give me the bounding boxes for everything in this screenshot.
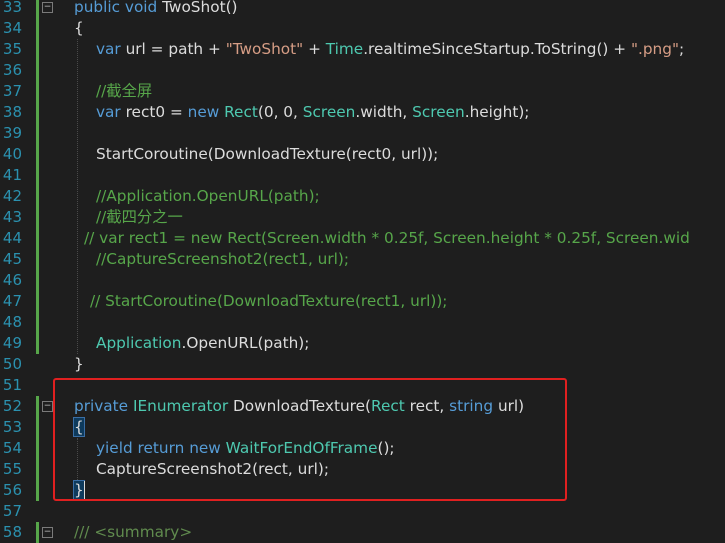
- line-number: 40: [2, 145, 22, 163]
- line-number: 51: [2, 376, 22, 394]
- change-indicator: [36, 522, 39, 543]
- line-number: 33: [2, 0, 22, 16]
- line-number: 53: [2, 418, 22, 436]
- line-number: 49: [2, 334, 22, 352]
- line-number: 41: [2, 166, 22, 184]
- line-number: 44: [2, 229, 22, 247]
- code-line: Application.OpenURL(path);: [96, 334, 310, 352]
- code-line: var url = path + "TwoShot" + Time.realti…: [96, 40, 685, 58]
- code-line: }: [74, 355, 84, 373]
- line-number: 47: [2, 292, 22, 310]
- line-number: 48: [2, 313, 22, 331]
- indent-guide: [77, 39, 78, 354]
- collapse-icon[interactable]: −: [42, 401, 53, 412]
- line-number: 45: [2, 250, 22, 268]
- line-number: 56: [2, 481, 22, 499]
- code-line: // var rect1 = new Rect(Screen.width * 0…: [84, 229, 690, 247]
- line-number: 55: [2, 460, 22, 478]
- code-editor[interactable]: 33 34 35 36 37 38 39 40 41 42 43 44 45 4…: [0, 0, 725, 543]
- code-line: StartCoroutine(DownloadTexture(rect0, ur…: [96, 145, 439, 163]
- line-number: 34: [2, 19, 22, 37]
- collapse-icon[interactable]: −: [42, 2, 53, 13]
- collapse-icon[interactable]: −: [42, 527, 53, 538]
- code-line: //截四分之一: [96, 208, 183, 226]
- change-indicator: [36, 396, 39, 501]
- code-line: // StartCoroutine(DownloadTexture(rect1,…: [90, 292, 448, 310]
- code-line: //Application.OpenURL(path);: [96, 187, 320, 205]
- line-number: 38: [2, 103, 22, 121]
- line-number: 36: [2, 61, 22, 79]
- line-number: 46: [2, 271, 22, 289]
- line-number: 39: [2, 124, 22, 142]
- line-number: 50: [2, 355, 22, 373]
- line-number: 43: [2, 208, 22, 226]
- line-number: 58: [2, 523, 22, 541]
- line-number-gutter: 33 34 35 36 37 38 39 40 41 42 43 44 45 4…: [0, 0, 34, 541]
- code-line: var rect0 = new Rect(0, 0, Screen.width,…: [96, 103, 530, 121]
- code-line: /// <summary>: [74, 523, 193, 541]
- line-number: 37: [2, 82, 22, 100]
- code-line: public void TwoShot(): [74, 0, 238, 16]
- code-line: {: [74, 19, 84, 37]
- line-number: 42: [2, 187, 22, 205]
- line-number: 54: [2, 439, 22, 457]
- line-number: 35: [2, 40, 22, 58]
- line-number: 52: [2, 397, 22, 415]
- line-number: 57: [2, 502, 22, 520]
- change-indicator: [36, 0, 39, 354]
- highlight-box: [53, 378, 567, 501]
- code-line: //截全屏: [96, 82, 153, 100]
- code-line: //CaptureScreenshot2(rect1, url);: [96, 250, 350, 268]
